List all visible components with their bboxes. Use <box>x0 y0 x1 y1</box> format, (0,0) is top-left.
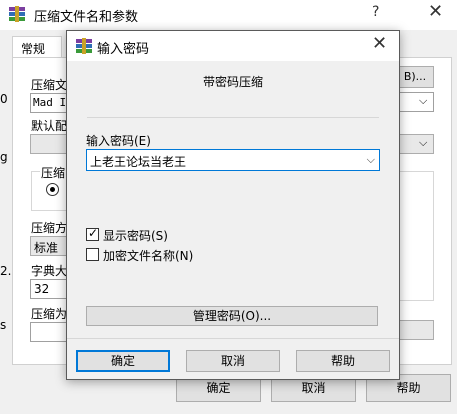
show-password-checkbox[interactable] <box>86 226 99 241</box>
encrypt-filenames-label[interactable]: 加密文件名称(N) <box>103 247 193 264</box>
dictionary-size-combo[interactable]: 32 <box>30 279 70 299</box>
dialog-heading: 带密码压缩 <box>202 75 263 89</box>
left-edge-char-1: 0 <box>0 92 8 106</box>
chevron-down-icon[interactable]: ⌵ <box>367 153 375 167</box>
background-window-title: 压缩文件名和参数 <box>34 10 139 25</box>
winrar-dialog-icon <box>76 38 92 54</box>
compression-method-label: 压缩方 <box>31 221 68 235</box>
ok-button[interactable]: 确定 <box>76 350 170 372</box>
button-bar-divider <box>67 338 399 339</box>
format-radio[interactable] <box>46 183 59 196</box>
set-password-button-partial[interactable] <box>398 320 434 340</box>
dialog-close-icon[interactable]: ✕ <box>372 33 387 54</box>
show-password-label[interactable]: 显示密码(S) <box>103 227 168 244</box>
encrypt-filenames-checkbox[interactable] <box>86 248 99 261</box>
dialog-title: 输入密码 <box>97 42 150 57</box>
help-button[interactable]: 帮助 <box>296 350 390 372</box>
update-mode-combo[interactable]: ⌵ <box>398 134 434 154</box>
default-profile-label: 默认配 <box>31 119 68 133</box>
heading-divider <box>87 117 379 118</box>
archive-format-label: 压缩 <box>40 164 67 181</box>
winrar-app-icon <box>9 6 25 22</box>
browse-button[interactable]: B)... <box>396 66 434 88</box>
dictionary-size-label: 字典大 <box>31 264 68 278</box>
password-value: 上老王论坛当老王 <box>90 155 187 169</box>
background-close-icon[interactable]: ✕ <box>428 1 443 22</box>
left-edge-char-2: g <box>0 150 8 164</box>
password-dialog: 输入密码 ✕ 带密码压缩 输入密码(E) 上老王论坛当老王 ⌵ 显示密码(S) … <box>66 30 400 380</box>
profile-combo[interactable] <box>30 134 70 154</box>
split-volumes-combo[interactable] <box>30 322 70 342</box>
archive-name-dropdown[interactable]: ⌵ <box>398 92 434 112</box>
left-edge-char-4: s <box>0 318 7 332</box>
update-mode-dropdown-icon: ⌵ <box>419 136 428 149</box>
archive-name-field[interactable]: Mad Is <box>30 93 73 113</box>
archive-name-dropdown-icon: ⌵ <box>419 94 428 107</box>
dictionary-size-value: 32 <box>34 282 50 296</box>
left-edge-char-3: 2. <box>0 264 12 278</box>
archive-name-label: 压缩文 <box>31 78 68 92</box>
password-label: 输入密码(E) <box>86 134 151 148</box>
tab-general[interactable]: 常规 <box>12 36 62 58</box>
help-icon[interactable]: ? <box>372 4 379 20</box>
compression-method-combo[interactable]: 标准 <box>30 236 70 256</box>
cancel-button[interactable]: 取消 <box>186 350 280 372</box>
compression-method-value: 标准 <box>34 241 59 255</box>
tab-general-label: 常规 <box>21 42 46 56</box>
password-combo[interactable]: 上老王论坛当老王 ⌵ <box>86 149 380 171</box>
archive-options-group <box>398 171 434 301</box>
split-volumes-label: 压缩为 <box>31 307 68 321</box>
manage-passwords-button[interactable]: 管理密码(O)... <box>86 306 378 326</box>
format-radio-dot <box>50 187 55 192</box>
